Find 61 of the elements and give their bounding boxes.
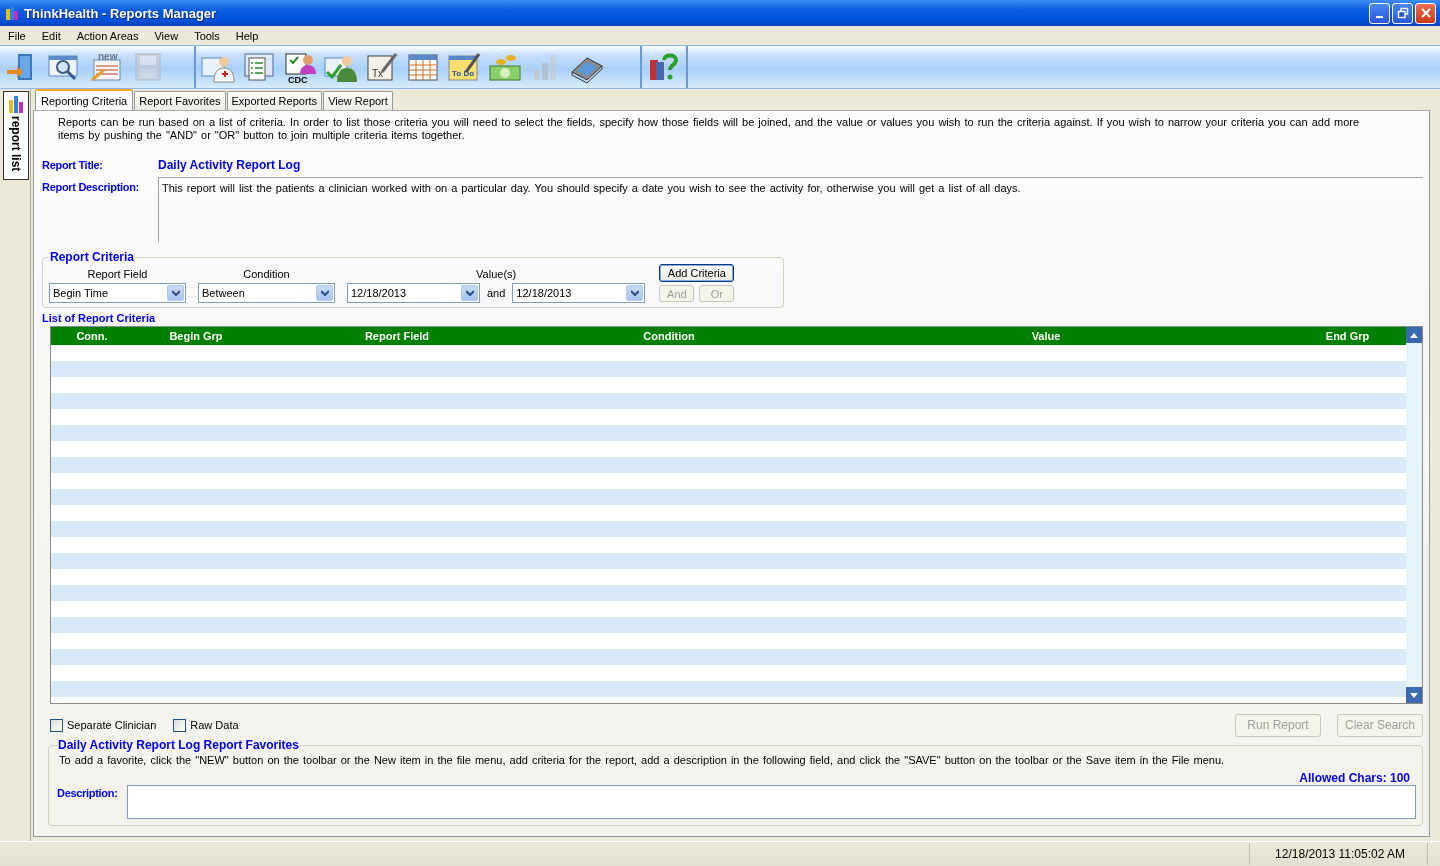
tab[interactable]: View Report [323,91,393,110]
restore-icon [1396,7,1409,19]
menu-item[interactable]: Help [229,29,266,42]
tab[interactable]: Reporting Criteria [35,89,134,110]
caret-icon [320,290,329,296]
restore-button[interactable] [1392,2,1413,24]
status-datetime: 12/18/2013 11:05:02 AM [1249,843,1428,865]
add-criteria-button[interactable]: Add Criteria [659,264,735,282]
date-dropdown[interactable]: 12/18/2013 [347,283,480,303]
field-label: Value(s) [476,268,517,280]
menu-item[interactable]: Edit [35,29,68,42]
checkbox-label: Separate Clinician [67,719,157,731]
close-button[interactable] [1415,2,1436,24]
group-title: Daily Activity Report Log Report Favorites [57,738,300,752]
column-header: Begin Grp [168,330,224,342]
checkbox-label: Raw Data [190,719,239,731]
scrollbar[interactable] [1406,327,1422,703]
field-label: Report Description: [42,180,140,195]
checkbox[interactable] [50,718,63,732]
window-title: ThinkHealth - Reports Manager [24,5,217,21]
scroll-down-icon[interactable] [1410,692,1418,698]
app-icon [4,5,20,21]
caret-icon [465,290,474,296]
chart-icon [6,94,26,114]
clipboard-icon[interactable] [241,50,277,84]
column-header: Condition [642,330,696,342]
field-label: Report Title: [42,159,104,171]
list-title: List of Report Criteria [42,312,157,324]
column-header: Value [1030,330,1062,342]
caret-icon [171,290,180,296]
menu-item[interactable]: File [2,29,33,42]
field-label: Condition [243,268,290,280]
instructions-text: To add a favorite, click the "NEW" button on the toolbar or the New item in the file menu, add criteria for the report, add a description in the following field, and click the "SAVE" button on the toolbar or the Save item in the File menu. [59,754,1226,766]
intro-text: Reports can be run based on a list of criteria. In order to list those criteria you will need to select the fields, specify how those fields will be joined, and the value or values you wish to run the criteria against. If you wish to narrow your criteria you can add more items by pushing the "AND" or "OR" button to join multiple criteria items together. [58,116,1361,142]
group-title: Report Criteria [49,250,136,264]
report-title: Daily Activity Report Log [158,158,301,172]
char-limit-text: Allowed Chars: 100 [1299,771,1410,785]
checkbox[interactable] [173,718,187,732]
dropdown[interactable]: Between [198,283,335,303]
field-label: Report Field [87,268,148,280]
menu-item[interactable]: Action Areas [70,29,146,42]
tab[interactable]: Exported Reports [226,91,323,110]
column-header: Report Field [363,330,431,342]
column-header: Conn. [75,330,109,342]
description-field[interactable]: This report will list the patients a clinician worked with on a particular day. You should specify a date you wish to see the activity for, otherwise you will get a list of all days. [158,177,1423,242]
field-label: Description: [57,786,119,801]
menu-item[interactable]: View [148,29,186,42]
column-header: End Grp [1324,330,1371,342]
close-icon [1419,7,1432,19]
dropdown[interactable]: Begin Time [49,283,186,303]
joiner-text: and [487,287,506,299]
report-list-tab[interactable]: report list [3,91,29,181]
scroll-up-icon[interactable] [1410,332,1418,338]
date-dropdown[interactable]: 12/18/2013 [512,283,646,303]
minimize-icon [1376,16,1383,18]
caret-icon [630,290,639,296]
side-tab-label: report list [9,116,23,172]
menu-item[interactable]: Tools [188,29,227,42]
minimize-button[interactable] [1369,2,1390,24]
description-input[interactable] [127,785,1416,819]
tab[interactable]: Report Favorites [134,91,226,110]
